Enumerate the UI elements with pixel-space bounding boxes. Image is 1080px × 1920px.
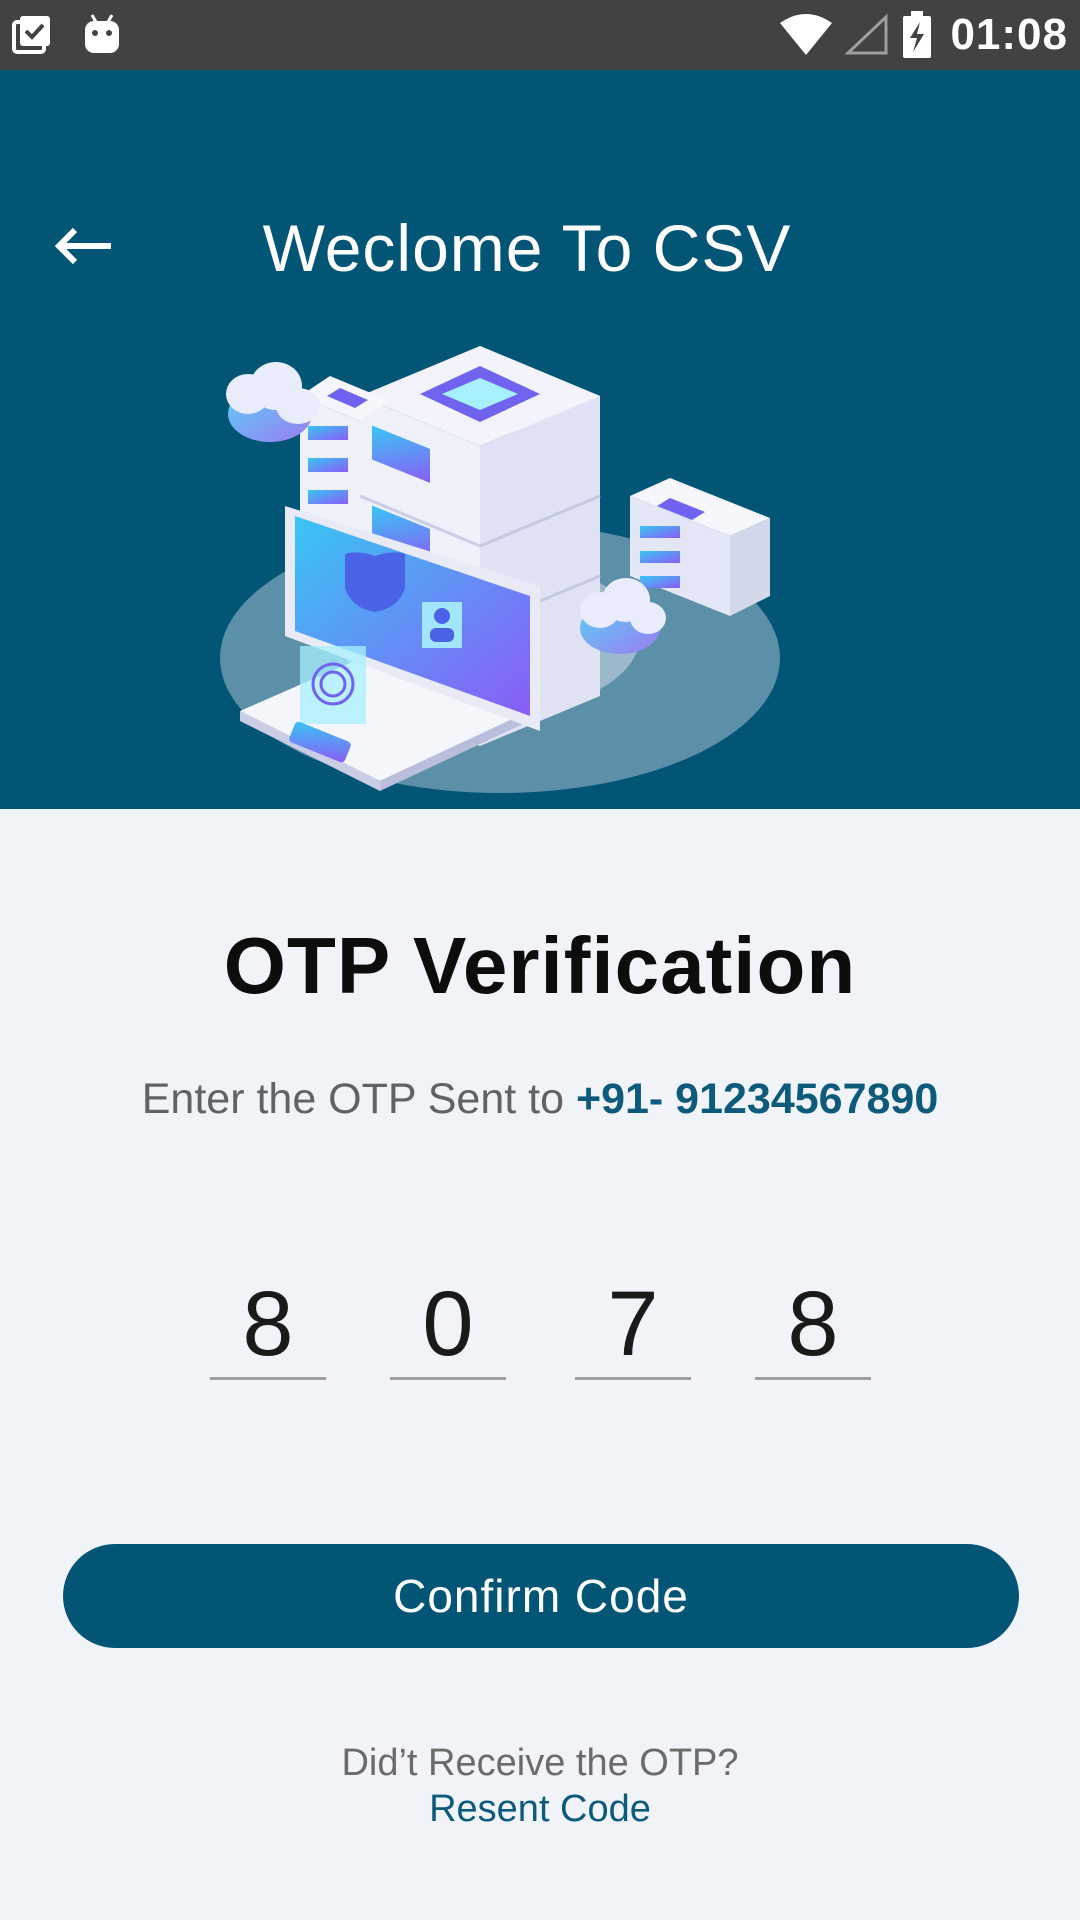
- otp-digit-3[interactable]: 7: [575, 1270, 691, 1380]
- clipboard-check-icon: [10, 12, 56, 58]
- otp-title: OTP Verification: [223, 921, 857, 1010]
- resend-code-link[interactable]: Resent Code: [0, 1788, 1080, 1831]
- otp-digit-4[interactable]: 8: [755, 1270, 871, 1380]
- wifi-icon: [778, 13, 834, 57]
- header: Weclome To CSV: [0, 70, 1080, 809]
- page-title: Weclome To CSV: [262, 211, 792, 285]
- confirm-code-button[interactable]: Confirm Code: [63, 1544, 1019, 1648]
- status-time: 01:08: [950, 10, 1068, 59]
- status-bar: 01:08: [0, 0, 1080, 70]
- phone-number: +91- 91234567890: [575, 1075, 939, 1123]
- battery-charging-icon: [900, 10, 934, 60]
- hero-illustration: [200, 306, 820, 806]
- otp-input-group: 8 0 7 8: [0, 1270, 1080, 1380]
- signal-icon: [844, 13, 890, 57]
- otp-digit-1[interactable]: 8: [210, 1270, 326, 1380]
- status-right: 01:08: [778, 10, 1068, 60]
- status-left: [10, 12, 122, 58]
- didnt-receive-text: Did’t Receive the OTP?: [341, 1742, 739, 1784]
- otp-digit-2[interactable]: 0: [390, 1270, 506, 1380]
- otp-subtitle-prefix: Enter the OTP Sent to: [141, 1075, 576, 1123]
- android-icon: [82, 13, 122, 57]
- otp-subtitle: Enter the OTP Sent to +91- 91234567890: [0, 1075, 1080, 1124]
